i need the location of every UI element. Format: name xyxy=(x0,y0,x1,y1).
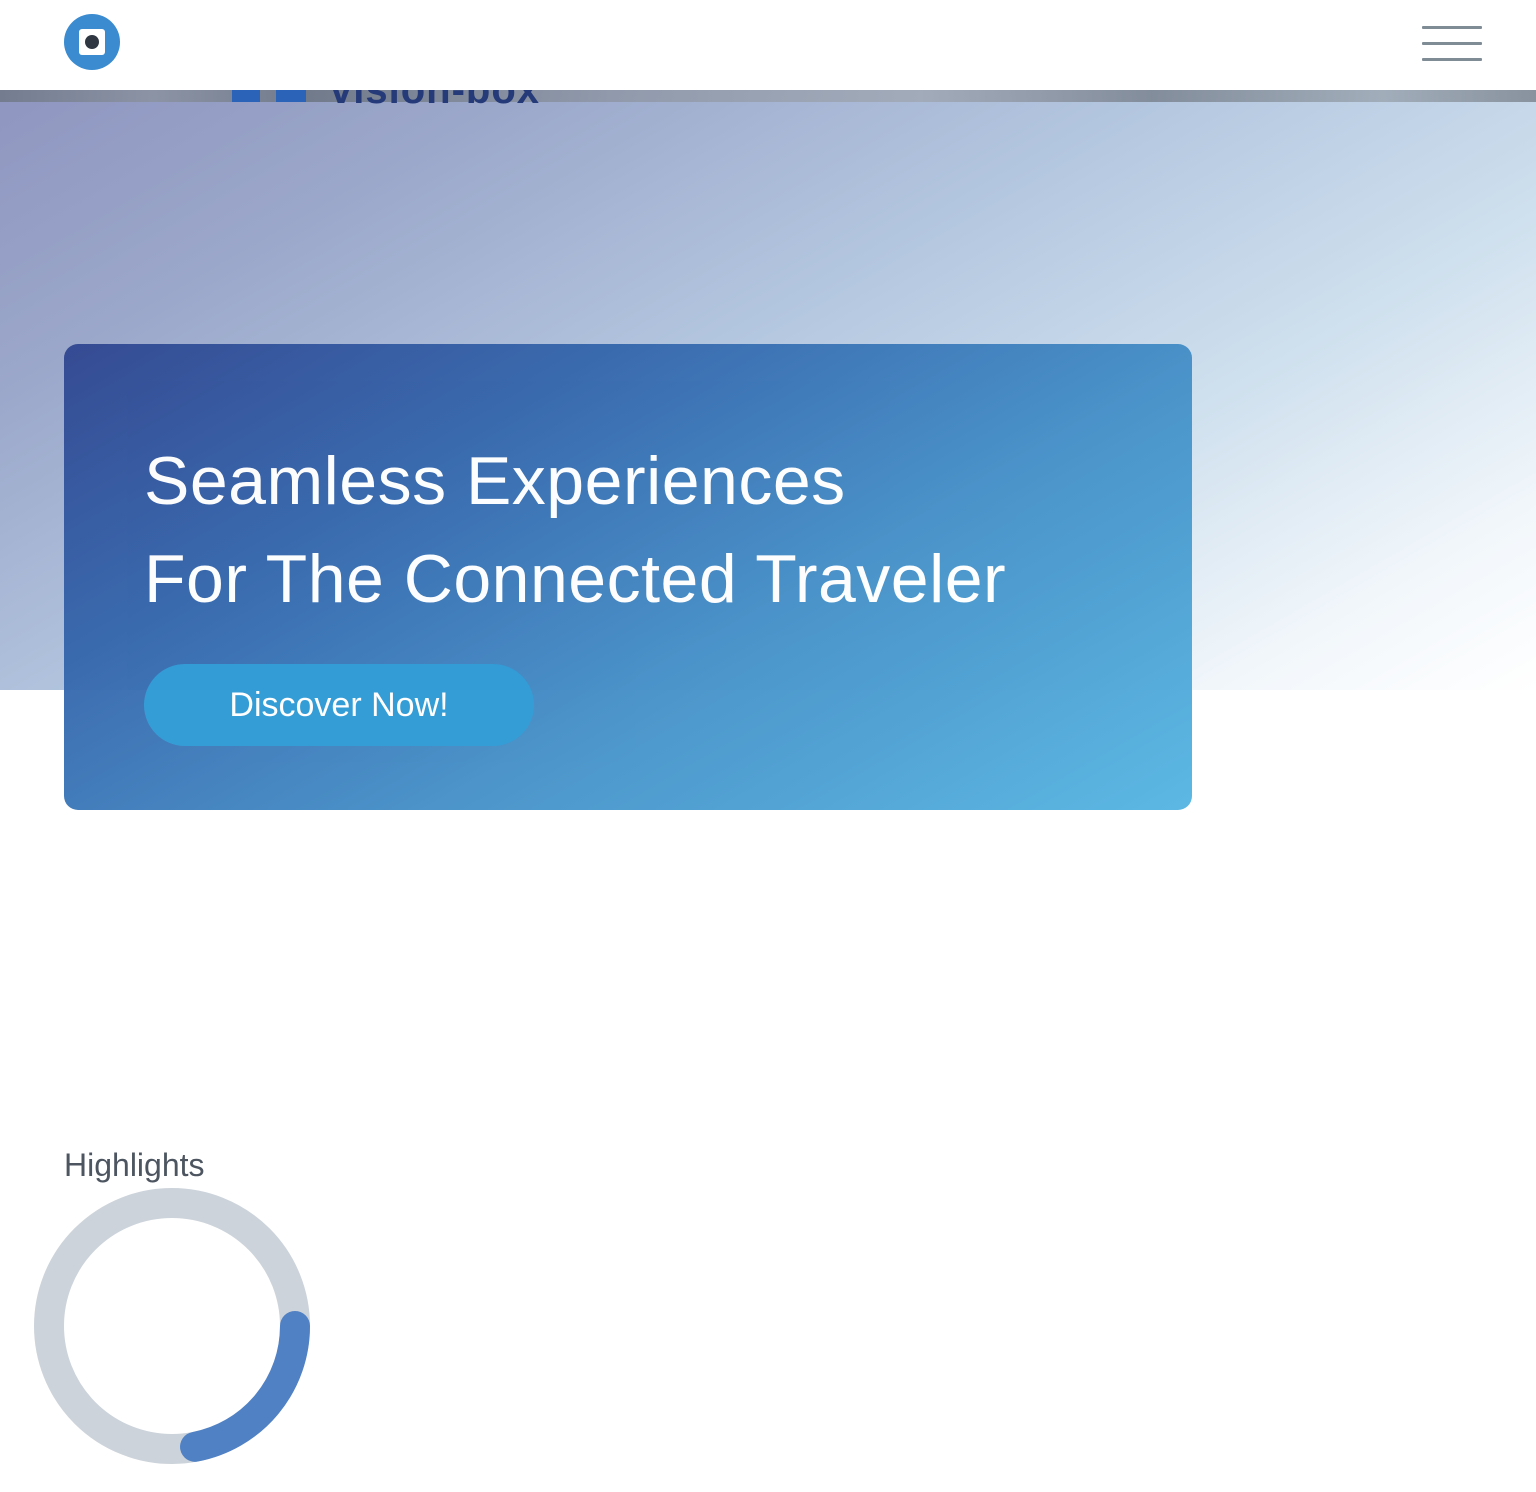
menu-bar-bottom xyxy=(1422,58,1482,61)
site-header xyxy=(0,0,1536,90)
hamburger-menu-icon[interactable] xyxy=(1422,26,1482,62)
hero-card: Seamless Experiences For The Connected T… xyxy=(64,344,1192,810)
hero-photo-logo-mark xyxy=(232,90,260,102)
hero-photo-text: vision-box xyxy=(330,90,541,112)
hero-title-line-1: Seamless Experiences xyxy=(144,443,846,519)
menu-bar-top xyxy=(1422,26,1482,29)
page: vision-box Seamless Experiences For The … xyxy=(0,0,1536,1492)
logo-icon[interactable] xyxy=(64,14,120,70)
progress-ring-fill xyxy=(180,1311,310,1462)
discover-now-button[interactable]: Discover Now! xyxy=(144,664,534,746)
logo-dot xyxy=(85,35,99,49)
hero-title: Seamless Experiences For The Connected T… xyxy=(144,432,1006,628)
hero-photo-strip xyxy=(0,90,1536,102)
menu-bar-middle xyxy=(1422,42,1482,45)
highlights-progress-ring xyxy=(34,1188,310,1464)
hero-title-line-2: For The Connected Traveler xyxy=(144,541,1007,617)
highlights-label: Highlights xyxy=(64,1147,205,1183)
logo-square xyxy=(79,29,105,55)
hero-photo-logo-mark xyxy=(276,90,306,102)
